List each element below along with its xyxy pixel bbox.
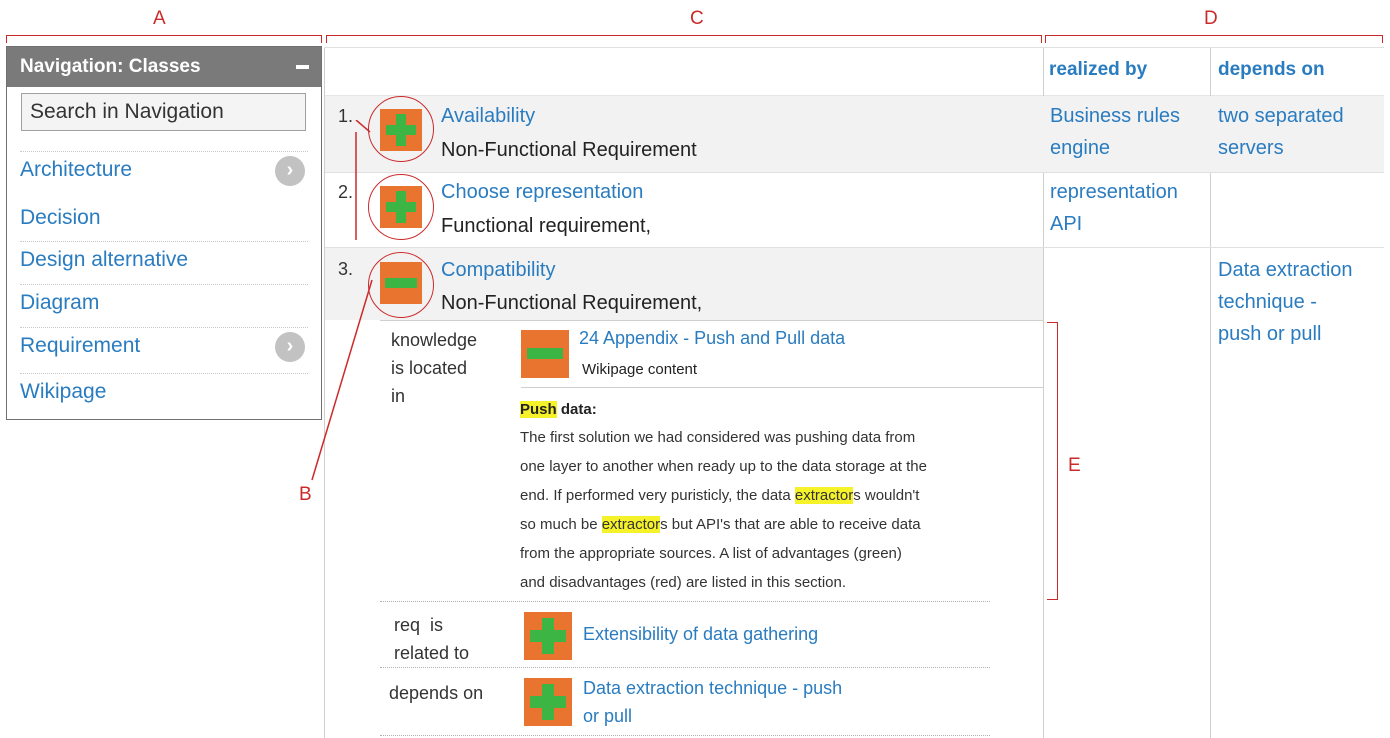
text-line: and disadvantages (red) are listed in th… [520, 574, 847, 591]
sidebar-item-label: Decision [20, 206, 101, 229]
search-input[interactable]: Search in Navigation [21, 93, 306, 131]
section-heading: Push data: [520, 401, 597, 418]
sidebar-item-label: Diagram [20, 291, 100, 314]
sidebar-item-label: Requirement [20, 334, 141, 357]
sidebar-item-design-alternative[interactable]: Design alternative [20, 241, 308, 280]
cell-line: technique - [1218, 291, 1317, 313]
annotation-label-e: E [1068, 455, 1081, 476]
realized-by-link[interactable]: Business rules engine [1050, 100, 1180, 164]
related-label: req is related to [394, 611, 469, 667]
text-line: one layer to another when ready up to th… [520, 458, 927, 475]
plus-icon [524, 678, 572, 726]
requirement-type: Functional requirement, [441, 215, 652, 237]
divider [380, 667, 990, 668]
realized-by-link[interactable]: representation API [1050, 176, 1178, 240]
link-line: Data extraction technique - push [583, 678, 843, 698]
column-header-depends-on[interactable]: depends on [1218, 59, 1325, 81]
requirement-link[interactable]: Compatibility [441, 259, 555, 282]
text-line: The first solution we had considered was… [520, 429, 916, 446]
minus-icon [521, 330, 569, 378]
column-header-realized-by[interactable]: realized by [1049, 59, 1147, 81]
cell-line: engine [1050, 137, 1111, 159]
heading-text: data: [556, 401, 597, 418]
navigation-title: Navigation: Classes [20, 56, 201, 77]
depends-on-detail-link[interactable]: Data extraction technique - push or pull [583, 674, 842, 730]
cell-line: API [1050, 213, 1083, 235]
label-line: req is [394, 615, 444, 635]
sidebar-item-decision[interactable]: Decision [20, 200, 308, 238]
annotation-bracket-d [1045, 35, 1383, 43]
label-line: in [391, 386, 406, 406]
minimize-icon[interactable] [296, 65, 309, 69]
knowledge-label: knowledge is located in [391, 326, 477, 410]
requirement-type: Non-Functional Requirement [441, 139, 697, 161]
cell-line: Data extraction [1218, 259, 1353, 281]
cell-line: servers [1218, 137, 1284, 159]
sidebar-item-label: Architecture [20, 158, 133, 181]
plus-icon [524, 612, 572, 660]
annotation-label-c: C [690, 8, 704, 29]
divider [380, 601, 990, 602]
cell-line: representation [1050, 181, 1178, 203]
label-line: knowledge [391, 330, 478, 350]
sidebar-item-label: Wikipage [20, 380, 107, 403]
sidebar-item-diagram[interactable]: Diagram [20, 284, 308, 323]
sidebar-item-label: Design alternative [20, 248, 189, 271]
search-highlight: Push [520, 401, 557, 418]
sidebar-item-architecture[interactable]: Architecture › [20, 151, 308, 190]
annotation-bracket-e [1047, 322, 1058, 600]
requirement-type: Non-Functional Requirement, [441, 292, 703, 314]
divider [521, 387, 1043, 388]
cell-line: Business rules [1050, 105, 1181, 127]
text-line: so much be extractors but API's that are… [520, 516, 921, 533]
depends-on-link[interactable]: two separated servers [1218, 100, 1344, 164]
annotation-label-d: D [1204, 8, 1218, 29]
wikipage-link[interactable]: 24 Appendix - Push and Pull data [579, 324, 845, 352]
divider [380, 320, 1043, 321]
requirement-link[interactable]: Availability [441, 105, 535, 128]
table-top-border [324, 47, 1384, 48]
label-line: is located [391, 358, 468, 378]
wikipage-excerpt: The first solution we had considered was… [520, 423, 1040, 597]
sidebar-item-wikipage[interactable]: Wikipage [20, 373, 308, 412]
cell-line: push or pull [1218, 323, 1322, 345]
depends-on-label: depends on [389, 683, 484, 703]
row-divider [325, 172, 1384, 173]
annotation-leader-line [311, 120, 373, 481]
cell-line: two separated [1218, 105, 1344, 127]
text-line: from the appropriate sources. A list of … [520, 545, 902, 562]
wikipage-type: Wikipage content [582, 361, 698, 378]
depends-on-link[interactable]: Data extraction technique - push or pull [1218, 254, 1353, 350]
requirement-link[interactable]: Choose representation [441, 181, 643, 204]
sidebar-item-requirement[interactable]: Requirement › [20, 327, 308, 366]
divider [380, 735, 990, 736]
text-line: end. If performed very puristicly, the d… [520, 487, 920, 504]
navigation-header: Navigation: Classes [7, 47, 321, 87]
annotation-bracket-c [326, 35, 1042, 43]
link-line: or pull [583, 706, 633, 726]
annotation-label-a: A [153, 8, 166, 29]
label-line: related to [394, 643, 470, 663]
annotation-bracket-a [6, 35, 322, 43]
related-requirement-link[interactable]: Extensibility of data gathering [583, 620, 818, 648]
